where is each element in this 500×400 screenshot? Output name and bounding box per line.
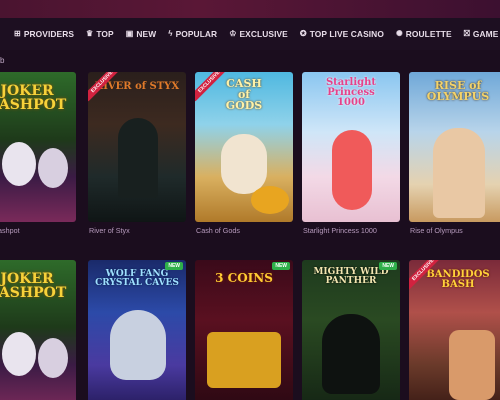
game-tile-wolf-fang[interactable]: WOLF FANG CRYSTAL CAVES NEW [88, 260, 186, 400]
nav-label: PROVIDERS [23, 29, 75, 39]
game-caption: Rise of Olympus [410, 226, 463, 235]
nav-label: TOP LIVE CASINO [309, 29, 384, 39]
new-badge: NEW [272, 262, 290, 270]
game-caption: River of Styx [89, 226, 130, 235]
nav-popular[interactable]: ϟ POPULAR [168, 29, 217, 39]
joker-mask-icon [38, 148, 68, 188]
treasure-chest-icon [207, 332, 281, 388]
game-logo-text: RISE of OLYMPUS [426, 79, 490, 103]
games-row-2: JOKERCASHPOT WOLF FANGCRYSTAL CAVES NEW … [0, 248, 500, 400]
game-tile-starlight-princess-1000[interactable]: Starlight Princess 1000 [302, 72, 400, 222]
chip-icon: ✪ [299, 29, 307, 38]
nav-roulette[interactable]: ✺ ROULETTE [396, 29, 452, 39]
zeus-figure-icon [433, 128, 485, 218]
nav-exclusive[interactable]: ♔ EXCLUSIVE [229, 29, 288, 39]
nav-top-live-casino[interactable]: ✪ TOP LIVE CASINO [300, 29, 384, 39]
wolf-head-icon [110, 310, 166, 380]
nav-label: ROULETTE [405, 29, 452, 39]
nav-label: EXCLUSIVE [239, 29, 288, 39]
game-tile-bandidos-bash[interactable]: BANDIDOS BASH EXCLUSIVE [409, 260, 500, 400]
game-tile-river-of-styx[interactable]: RIVER of STYX EXCLUSIVE [88, 72, 186, 222]
game-tile-cash-of-gods[interactable]: CASH of GODS EXCLUSIVE [195, 72, 293, 222]
category-nav: ⊞ PROVIDERS ♛ TOP ▣ NEW ϟ POPULAR ♔ EXCL… [0, 18, 500, 50]
trophy-icon: ♛ [86, 29, 94, 38]
row-heading: b [0, 56, 5, 65]
new-badge: NEW [165, 262, 183, 270]
new-icon: ▣ [125, 29, 134, 38]
gift-icon: ⛝ [463, 29, 470, 38]
grid-icon: ⊞ [14, 29, 21, 38]
roulette-icon: ✺ [395, 29, 403, 38]
joker-mask-icon [2, 332, 36, 376]
game-logo-text: JOKERCASHPOT [0, 83, 67, 113]
nav-label: TOP [96, 29, 114, 39]
game-logo-text: WOLF FANG CRYSTAL CAVES [95, 269, 179, 288]
game-tile-joker-cashpot[interactable]: JOKERCASHPOT [0, 72, 76, 222]
game-logo-text: MIGHTY WILD PANTHER [313, 267, 389, 286]
game-tile-mighty-wild-panther[interactable]: MIGHTY WILD PANTHER NEW [302, 260, 400, 400]
new-badge: NEW [379, 262, 397, 270]
game-caption: Cash of Gods [196, 226, 240, 235]
game-tile-3-coins[interactable]: 3 COINS NEW [195, 260, 293, 400]
princess-figure-icon [332, 130, 372, 210]
game-tile-rise-of-olympus[interactable]: RISE of OLYMPUS [409, 72, 500, 222]
nav-providers[interactable]: ⊞ PROVIDERS [14, 29, 74, 39]
panther-icon [322, 314, 380, 394]
game-caption: Starlight Princess 1000 [303, 226, 377, 235]
game-logo-text: 3 COINS [215, 271, 273, 285]
crown-icon: ♔ [229, 29, 237, 38]
game-caption: ashpot [0, 226, 20, 235]
game-logo-text: JOKERCASHPOT [0, 271, 67, 301]
reaper-figure-icon [118, 118, 158, 198]
nav-label: POPULAR [175, 29, 218, 39]
nav-label: GAME SHOWS [472, 29, 500, 39]
revolver-hand-icon [449, 330, 495, 400]
games-row-1: b JOKERCASHPOT ashpot RIVER of STYX EXCL… [0, 56, 500, 235]
nav-game-shows[interactable]: ⛝ GAME SHOWS [464, 29, 500, 39]
joker-mask-icon [38, 338, 68, 378]
nav-new[interactable]: ▣ NEW [126, 29, 157, 39]
top-banner-strip [0, 0, 500, 18]
zeus-face-icon [221, 134, 267, 194]
bonus-coin-icon [251, 186, 289, 214]
joker-mask-icon [2, 142, 36, 186]
nav-label: NEW [136, 29, 157, 39]
lightning-icon: ϟ [168, 29, 173, 38]
nav-top[interactable]: ♛ TOP [86, 29, 114, 39]
game-logo-text: Starlight Princess 1000 [325, 77, 377, 108]
game-tile-joker-cashpot[interactable]: JOKERCASHPOT [0, 260, 76, 400]
